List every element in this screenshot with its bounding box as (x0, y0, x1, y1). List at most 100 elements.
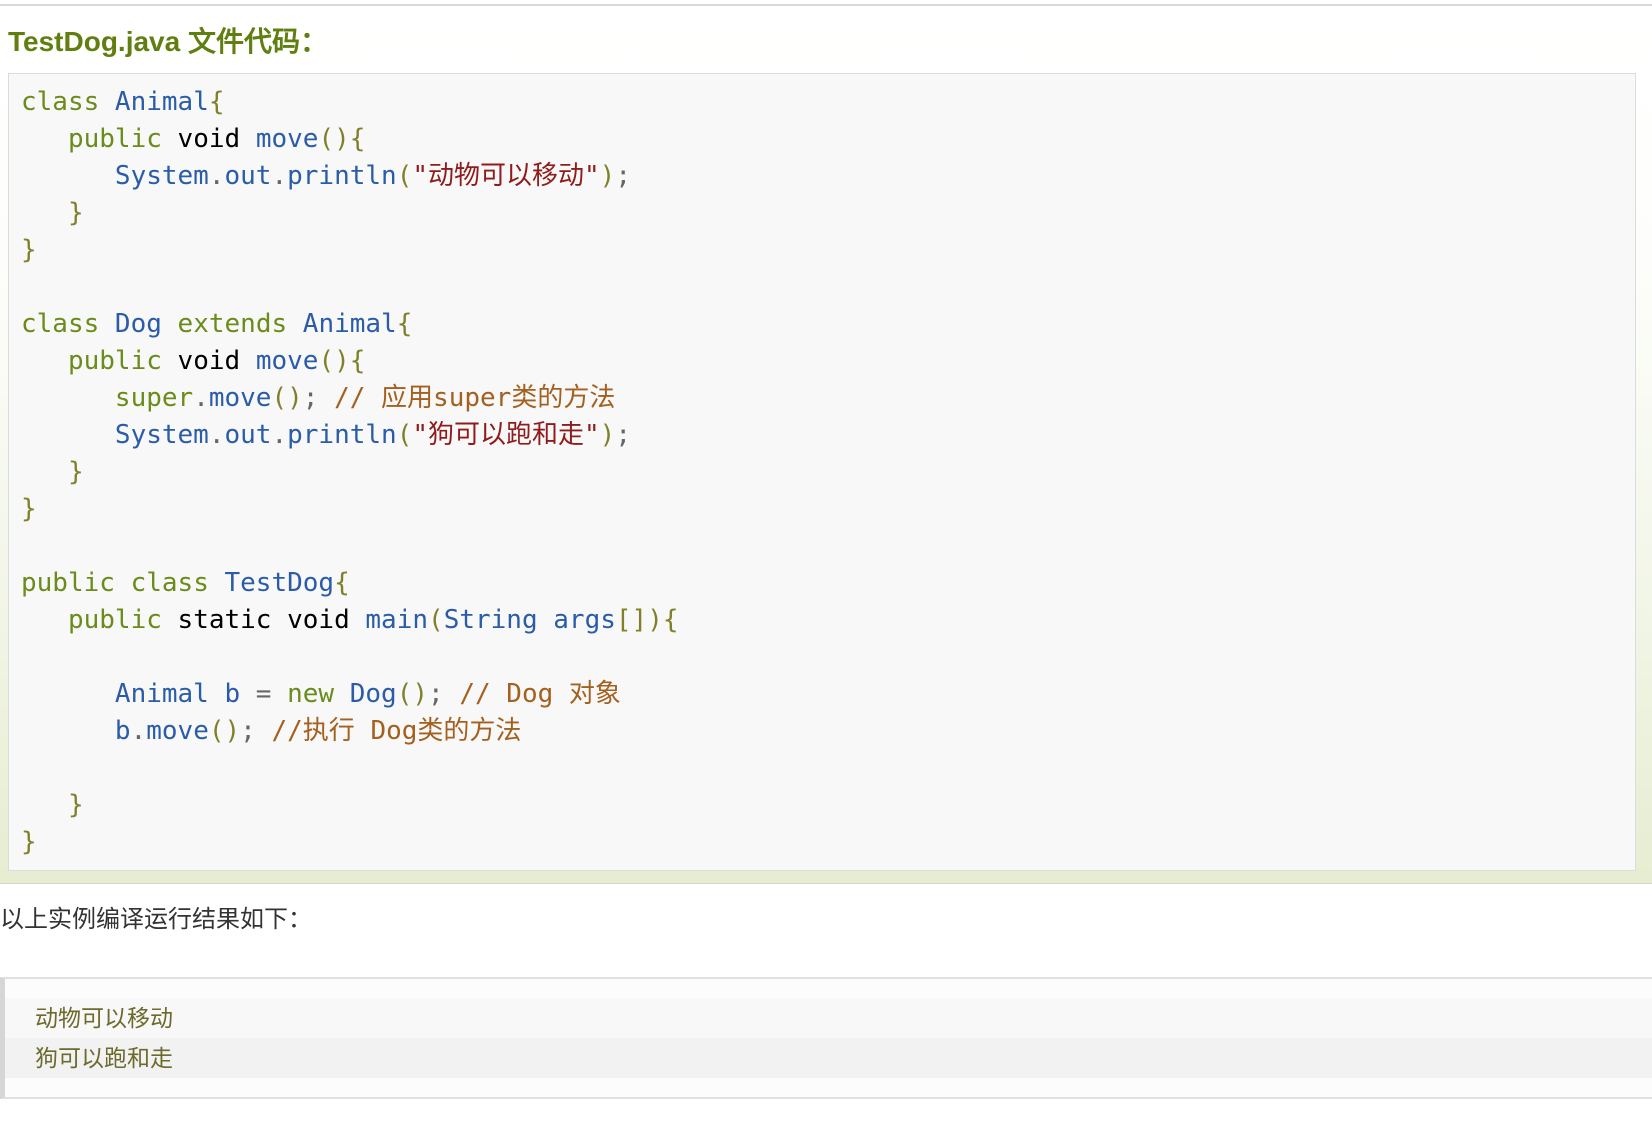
code-token: System (21, 161, 209, 191)
code-line: } (21, 454, 1623, 491)
code-token: // Dog 对象 (443, 679, 621, 709)
code-token: main (349, 605, 429, 635)
code-token: . (208, 420, 225, 450)
code-token: println (287, 420, 397, 450)
code-example-section: TestDog.java 文件代码： class Animal{ public … (0, 6, 1652, 884)
code-token: ; (302, 383, 319, 413)
code-token: class (21, 87, 100, 117)
code-token: new (271, 679, 335, 709)
code-line: System.out.println("动物可以移动"); (21, 158, 1623, 195)
code-token: move (240, 346, 319, 376)
code-token: "动物可以移动" (412, 161, 600, 191)
code-token: // 应用super类的方法 (318, 383, 616, 413)
code-token: . (208, 161, 225, 191)
code-token: extends (161, 309, 288, 339)
code-token: ; (428, 679, 444, 709)
code-token: { (396, 309, 413, 339)
code-token: } (21, 198, 84, 228)
code-block: class Animal{ public void move(){ System… (8, 73, 1636, 871)
code-token: ) (599, 420, 616, 450)
code-token: void (161, 346, 241, 376)
code-line: class Animal{ (21, 84, 1623, 121)
output-line: 动物可以移动 (5, 998, 1652, 1038)
code-token: Animal (287, 309, 397, 339)
code-token: { (208, 87, 225, 117)
code-token: ( (428, 605, 444, 635)
code-line: System.out.println("狗可以跑和走"); (21, 417, 1623, 454)
code-token: ; (615, 420, 631, 450)
output-block: 动物可以移动 狗可以跑和走 (0, 977, 1652, 1099)
code-token: args (537, 605, 616, 635)
code-line: public void move(){ (21, 121, 1623, 158)
code-token: () (396, 679, 429, 709)
code-token: void (161, 124, 241, 154)
code-token: } (21, 494, 37, 524)
code-token: } (21, 235, 37, 265)
code-token: out (224, 420, 272, 450)
code-token: } (21, 457, 84, 487)
code-token: println (287, 161, 397, 191)
code-line: Animal b = new Dog(); // Dog 对象 (21, 676, 1623, 713)
code-token: public (21, 124, 162, 154)
example-title: TestDog.java 文件代码： (8, 26, 328, 57)
code-token: b (21, 716, 131, 746)
code-token: } (21, 790, 84, 820)
code-token: //执行 Dog类的方法 (255, 716, 522, 746)
code-token: super (21, 383, 194, 413)
code-token: ( (396, 161, 413, 191)
code-token: void (271, 605, 350, 635)
code-token: { (334, 568, 350, 598)
code-token: ) (599, 161, 616, 191)
code-line: super.move(); // 应用super类的方法 (21, 380, 1623, 417)
code-line: class Dog extends Animal{ (21, 306, 1623, 343)
code-token: Dog (334, 679, 397, 709)
code-token: Animal (21, 679, 209, 709)
output-line: 狗可以跑和走 (5, 1038, 1652, 1078)
code-token: } (21, 827, 37, 857)
code-token: () (271, 383, 303, 413)
code-line: } (21, 195, 1623, 232)
code-line: } (21, 491, 1623, 528)
code-token: = (240, 679, 272, 709)
code-token: (){ (318, 124, 366, 154)
code-line: } (21, 787, 1623, 824)
code-token: System (21, 420, 209, 450)
code-token: b (208, 679, 241, 709)
code-token: static (161, 605, 272, 635)
code-token: move (240, 124, 319, 154)
code-token: move (146, 716, 209, 746)
code-token: TestDog (208, 568, 335, 598)
code-token: () (208, 716, 241, 746)
code-line: b.move(); //执行 Dog类的方法 (21, 713, 1623, 750)
code-token: class (114, 568, 209, 598)
code-token: (){ (318, 346, 366, 376)
code-token: public (21, 568, 115, 598)
code-line: public void move(){ (21, 343, 1623, 380)
code-token: public (21, 346, 162, 376)
code-token: . (193, 383, 209, 413)
code-line: } (21, 232, 1623, 269)
code-token: ; (240, 716, 256, 746)
code-token: String (443, 605, 538, 635)
code-line: public class TestDog{ (21, 565, 1623, 602)
code-token: move (208, 383, 272, 413)
code-line: public static void main(String args[]){ (21, 602, 1623, 639)
code-token: public (21, 605, 162, 635)
code-token: . (130, 716, 147, 746)
code-line: } (21, 824, 1623, 861)
code-token: . (271, 420, 288, 450)
code-token: []){ (615, 605, 679, 635)
code-token: class (21, 309, 100, 339)
result-label: 以上实例编译运行结果如下： (0, 906, 312, 933)
code-token: Dog (99, 309, 162, 339)
code-token: out (224, 161, 272, 191)
code-token: Animal (99, 87, 209, 117)
code-token: ; (615, 161, 631, 191)
code-token: "狗可以跑和走" (412, 420, 600, 450)
code-token: ( (396, 420, 413, 450)
code-token: . (271, 161, 288, 191)
